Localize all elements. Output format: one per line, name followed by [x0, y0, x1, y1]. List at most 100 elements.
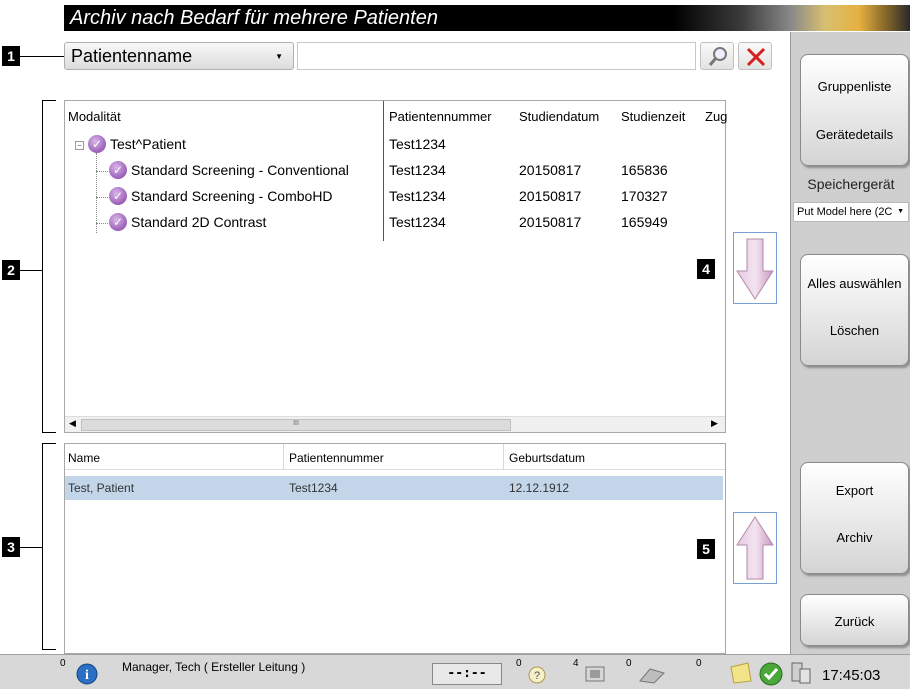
- study-table-header: Modalität Patientennummer Studiendatum S…: [65, 101, 727, 131]
- printer-icon[interactable]: [636, 663, 666, 685]
- film-queue-icon[interactable]: [582, 663, 610, 685]
- status-ok-icon[interactable]: [758, 661, 784, 687]
- unread-count: 0: [516, 658, 522, 669]
- scroll-right-icon[interactable]: ▶: [711, 418, 718, 429]
- magnifier-icon: [708, 47, 727, 66]
- print-count: 0: [626, 658, 632, 669]
- study-label: Standard 2D Contrast: [131, 214, 267, 230]
- callout-4: 4: [697, 259, 715, 279]
- info-icon[interactable]: i: [76, 663, 98, 685]
- study-time: 165836: [621, 162, 668, 178]
- export-button[interactable]: Export: [801, 483, 908, 498]
- group-list-button[interactable]: Gruppenliste: [801, 79, 908, 94]
- study-patient-id: Test1234: [389, 162, 446, 178]
- status-bar: 0 i Manager, Tech ( Ersteller Leitung ) …: [0, 654, 910, 689]
- current-user[interactable]: Manager, Tech ( Ersteller Leitung ): [122, 660, 305, 674]
- search-field-value: Patientenname: [71, 46, 193, 66]
- study-date: 20150817: [519, 188, 582, 204]
- network-icon[interactable]: [786, 659, 814, 687]
- check-icon[interactable]: ✓: [109, 187, 127, 205]
- notification-count: 0: [60, 658, 66, 669]
- patient-table-header: Name Patientennummer Geburtsdatum: [65, 444, 725, 470]
- move-up-button[interactable]: [733, 512, 777, 584]
- study-time: 170327: [621, 188, 668, 204]
- patient-node-id: Test1234: [389, 136, 446, 152]
- callout-3-bracket: [42, 443, 43, 650]
- col-modality[interactable]: Modalität: [68, 109, 121, 124]
- arrow-up-icon: [736, 516, 774, 580]
- col-dob[interactable]: Geburtsdatum: [509, 451, 585, 465]
- callout-5: 5: [697, 539, 715, 559]
- patient-name: Test, Patient: [68, 481, 135, 495]
- check-icon[interactable]: ✓: [88, 135, 106, 153]
- patient-id: Test1234: [289, 481, 338, 495]
- callout-2-bracket: [42, 100, 43, 433]
- back-button-label: Zurück: [834, 614, 875, 629]
- col-zug[interactable]: Zug: [705, 109, 727, 124]
- storage-device-dropdown[interactable]: Put Model here (2C ▼: [793, 202, 909, 222]
- export-archive-button-group: Export Archiv: [800, 462, 909, 574]
- queue-count: 4: [573, 658, 579, 669]
- chevron-down-icon: ▼: [897, 208, 904, 215]
- selection-button-group: Alles auswählen Löschen: [800, 254, 909, 366]
- tree-row-patient[interactable]: − ✓ Test^Patient Test1234: [65, 132, 725, 158]
- col-patient-id[interactable]: Patientennummer: [389, 109, 492, 124]
- callout-3-bracket-top: [42, 443, 56, 444]
- patient-node-label: Test^Patient: [110, 136, 186, 152]
- arrow-down-icon: [736, 238, 774, 300]
- other-count: 0: [696, 658, 702, 669]
- search-button[interactable]: [700, 42, 734, 70]
- study-label: Standard Screening - Conventional: [131, 162, 349, 178]
- right-sidebar: Gruppenliste Gerätedetails Speichergerät…: [790, 32, 910, 654]
- study-patient-id: Test1234: [389, 214, 446, 230]
- check-icon[interactable]: ✓: [109, 161, 127, 179]
- col-name[interactable]: Name: [68, 451, 100, 465]
- study-time: 165949: [621, 214, 668, 230]
- col-patient-id[interactable]: Patientennummer: [289, 451, 384, 465]
- scrollbar-thumb[interactable]: III: [81, 419, 511, 431]
- check-icon[interactable]: ✓: [109, 213, 127, 231]
- study-date: 20150817: [519, 214, 582, 230]
- clock: 17:45:03: [822, 667, 881, 684]
- callout-2-bracket-bottom: [42, 432, 56, 433]
- search-field-dropdown[interactable]: Patientenname ▼: [64, 42, 294, 70]
- tree-row-study[interactable]: ✓ Standard Screening - Conventional Test…: [65, 158, 725, 184]
- table-row[interactable]: Test, Patient Test1234 12.12.1912: [65, 476, 723, 500]
- storage-device-label: Speichergerät: [807, 176, 895, 192]
- col-study-date[interactable]: Studiendatum: [519, 109, 599, 124]
- chevron-down-icon: ▼: [275, 52, 283, 61]
- horizontal-scrollbar[interactable]: ◀ III ▶: [65, 416, 725, 432]
- callout-3: 3: [2, 537, 20, 557]
- study-table: Modalität Patientennummer Studiendatum S…: [64, 100, 727, 433]
- callout-3-line: [20, 547, 42, 548]
- device-details-button[interactable]: Gerätedetails: [801, 127, 908, 142]
- col-separator[interactable]: [503, 444, 504, 470]
- callout-2-bracket-top: [42, 100, 56, 101]
- archive-button[interactable]: Archiv: [801, 530, 908, 545]
- note-icon[interactable]: [728, 661, 754, 685]
- col-study-time[interactable]: Studienzeit: [621, 109, 685, 124]
- select-all-button[interactable]: Alles auswählen: [801, 276, 908, 291]
- callout-1-line: [20, 56, 64, 57]
- delete-button[interactable]: Löschen: [801, 323, 908, 338]
- study-label: Standard Screening - ComboHD: [131, 188, 333, 204]
- patient-table: Name Patientennummer Geburtsdatum Test, …: [64, 443, 726, 654]
- window-title: Archiv nach Bedarf für mehrere Patienten: [70, 7, 438, 29]
- callout-2-line: [20, 270, 42, 271]
- tree-row-study[interactable]: ✓ Standard Screening - ComboHD Test1234 …: [65, 184, 725, 210]
- study-patient-id: Test1234: [389, 188, 446, 204]
- group-details-button-group: Gruppenliste Gerätedetails: [800, 54, 909, 166]
- svg-text:?: ?: [534, 670, 540, 682]
- red-x-icon: [746, 47, 766, 67]
- callout-1: 1: [2, 46, 20, 66]
- col-separator[interactable]: [283, 444, 284, 470]
- tree-row-study[interactable]: ✓ Standard 2D Contrast Test1234 20150817…: [65, 210, 725, 236]
- scroll-left-icon[interactable]: ◀: [69, 418, 76, 429]
- clear-button[interactable]: [738, 42, 772, 70]
- help-icon[interactable]: ?: [526, 665, 548, 685]
- storage-device-value: Put Model here (2C: [797, 206, 893, 218]
- collapse-icon[interactable]: −: [75, 141, 84, 150]
- move-down-button[interactable]: [733, 232, 777, 304]
- back-button[interactable]: Zurück: [800, 594, 909, 646]
- search-input[interactable]: [297, 42, 696, 70]
